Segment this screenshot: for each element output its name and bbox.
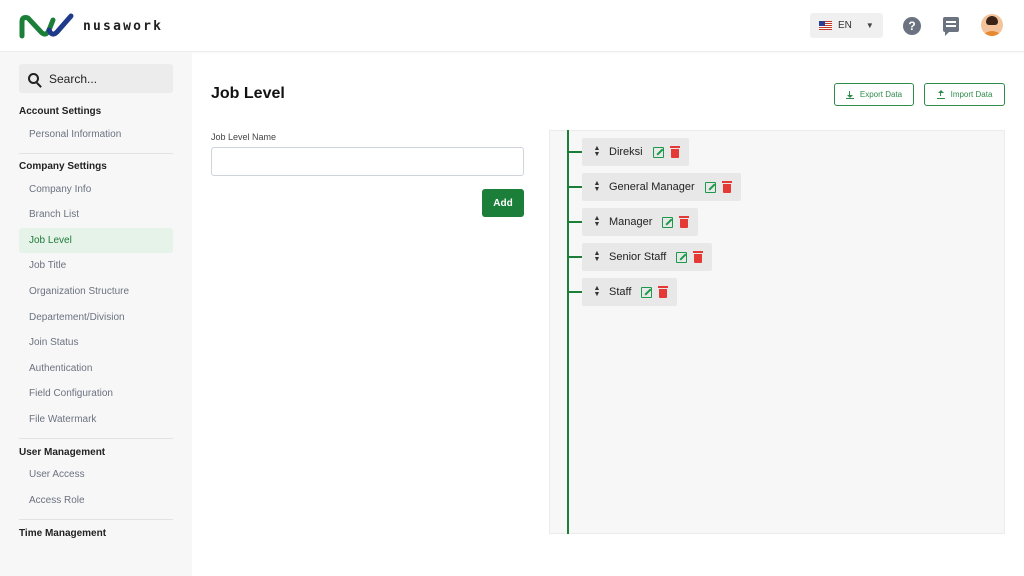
sidebar-item-job-level[interactable]: Job Level: [19, 228, 173, 253]
sidebar-item-organization-structure[interactable]: Organization Structure: [19, 279, 173, 304]
import-data-button[interactable]: Import Data: [924, 83, 1005, 106]
tree-node-senior-staff[interactable]: ▲ ▼ Senior Staff: [582, 243, 713, 271]
delete-icon[interactable]: [669, 145, 680, 158]
delete-icon[interactable]: [693, 250, 704, 263]
language-label: EN: [838, 20, 852, 31]
help-icon[interactable]: ?: [903, 17, 921, 35]
logo[interactable]: nusawork: [19, 12, 163, 40]
delete-icon[interactable]: [679, 215, 690, 228]
sidebar-item-user-access[interactable]: User Access: [19, 462, 173, 487]
edit-icon[interactable]: [676, 251, 688, 263]
tree-node-general-manager[interactable]: ▲ ▼ General Manager: [582, 173, 741, 201]
sidebar-item-file-watermark[interactable]: File Watermark: [19, 407, 173, 432]
export-data-button[interactable]: Export Data: [834, 83, 914, 106]
job-level-name-input[interactable]: [211, 147, 524, 176]
node-label: Manager: [609, 216, 653, 228]
sidebar-item-access-role[interactable]: Access Role: [19, 488, 173, 513]
search-placeholder: Search...: [49, 71, 98, 86]
tree-node-staff[interactable]: ▲ ▼ Staff: [582, 278, 678, 306]
drag-handle-icon[interactable]: ▲ ▼: [593, 250, 601, 263]
tree-branch-line: [569, 256, 582, 258]
drag-handle-icon[interactable]: ▲ ▼: [593, 215, 601, 228]
delete-icon[interactable]: [658, 285, 669, 298]
drag-handle-icon[interactable]: ▲ ▼: [593, 285, 601, 298]
tree-branch-line: [569, 291, 582, 293]
divider: [19, 153, 173, 154]
node-label: Staff: [609, 286, 632, 298]
tree-node-direksi[interactable]: ▲ ▼ Direksi: [582, 138, 689, 166]
tree-trunk-line: [567, 130, 569, 534]
sidebar-item-branch-list[interactable]: Branch List: [19, 202, 173, 227]
sidebar-item-personal-information[interactable]: Personal Information: [19, 122, 173, 147]
sidebar: Search... Account Settings Personal Info…: [0, 52, 192, 576]
node-label: Senior Staff: [609, 251, 667, 263]
add-button[interactable]: Add: [482, 189, 524, 217]
nusawork-logo-icon: [19, 13, 74, 39]
sidebar-item-authentication[interactable]: Authentication: [19, 356, 173, 381]
edit-icon[interactable]: [662, 216, 674, 228]
drag-handle-icon[interactable]: ▲ ▼: [593, 145, 601, 158]
export-data-label: Export Data: [859, 90, 903, 99]
sidebar-item-job-title[interactable]: Job Title: [19, 253, 173, 278]
tree-branch-line: [569, 186, 582, 188]
section-account-settings: Account Settings: [19, 106, 102, 117]
upload-icon: [936, 89, 945, 99]
page-title: Job Level: [211, 85, 285, 102]
divider: [19, 438, 173, 439]
node-label: General Manager: [609, 181, 695, 193]
brand-name: nusawork: [83, 18, 164, 34]
delete-icon[interactable]: [721, 180, 732, 193]
divider: [19, 519, 173, 520]
search-input[interactable]: Search...: [19, 64, 173, 93]
drag-handle-icon[interactable]: ▲ ▼: [593, 180, 601, 193]
job-level-name-label: Job Level Name: [211, 132, 277, 142]
language-selector[interactable]: EN ▼: [810, 13, 883, 38]
sidebar-item-departement-division[interactable]: Departement/Division: [19, 305, 173, 330]
section-time-management: Time Management: [19, 528, 107, 539]
download-icon: [845, 90, 854, 99]
section-company-settings: Company Settings: [19, 161, 107, 172]
tree-branch-line: [569, 221, 582, 223]
tree-branch-line: [569, 151, 582, 153]
search-icon: [28, 73, 39, 84]
sidebar-item-field-configuration[interactable]: Field Configuration: [19, 381, 173, 406]
import-data-label: Import Data: [950, 90, 993, 99]
avatar[interactable]: [981, 14, 1003, 36]
chevron-down-icon: ▼: [865, 21, 874, 30]
top-bar: nusawork EN ▼ ?: [0, 0, 1024, 52]
section-user-management: User Management: [19, 447, 106, 458]
chat-icon[interactable]: [943, 17, 959, 36]
us-flag-icon: [819, 21, 832, 30]
edit-icon[interactable]: [704, 181, 716, 193]
sidebar-item-company-info[interactable]: Company Info: [19, 177, 173, 202]
tree-node-manager[interactable]: ▲ ▼ Manager: [582, 208, 699, 236]
edit-icon[interactable]: [641, 286, 653, 298]
sidebar-item-join-status[interactable]: Join Status: [19, 330, 173, 355]
edit-icon[interactable]: [652, 146, 664, 158]
node-label: Direksi: [609, 146, 643, 158]
